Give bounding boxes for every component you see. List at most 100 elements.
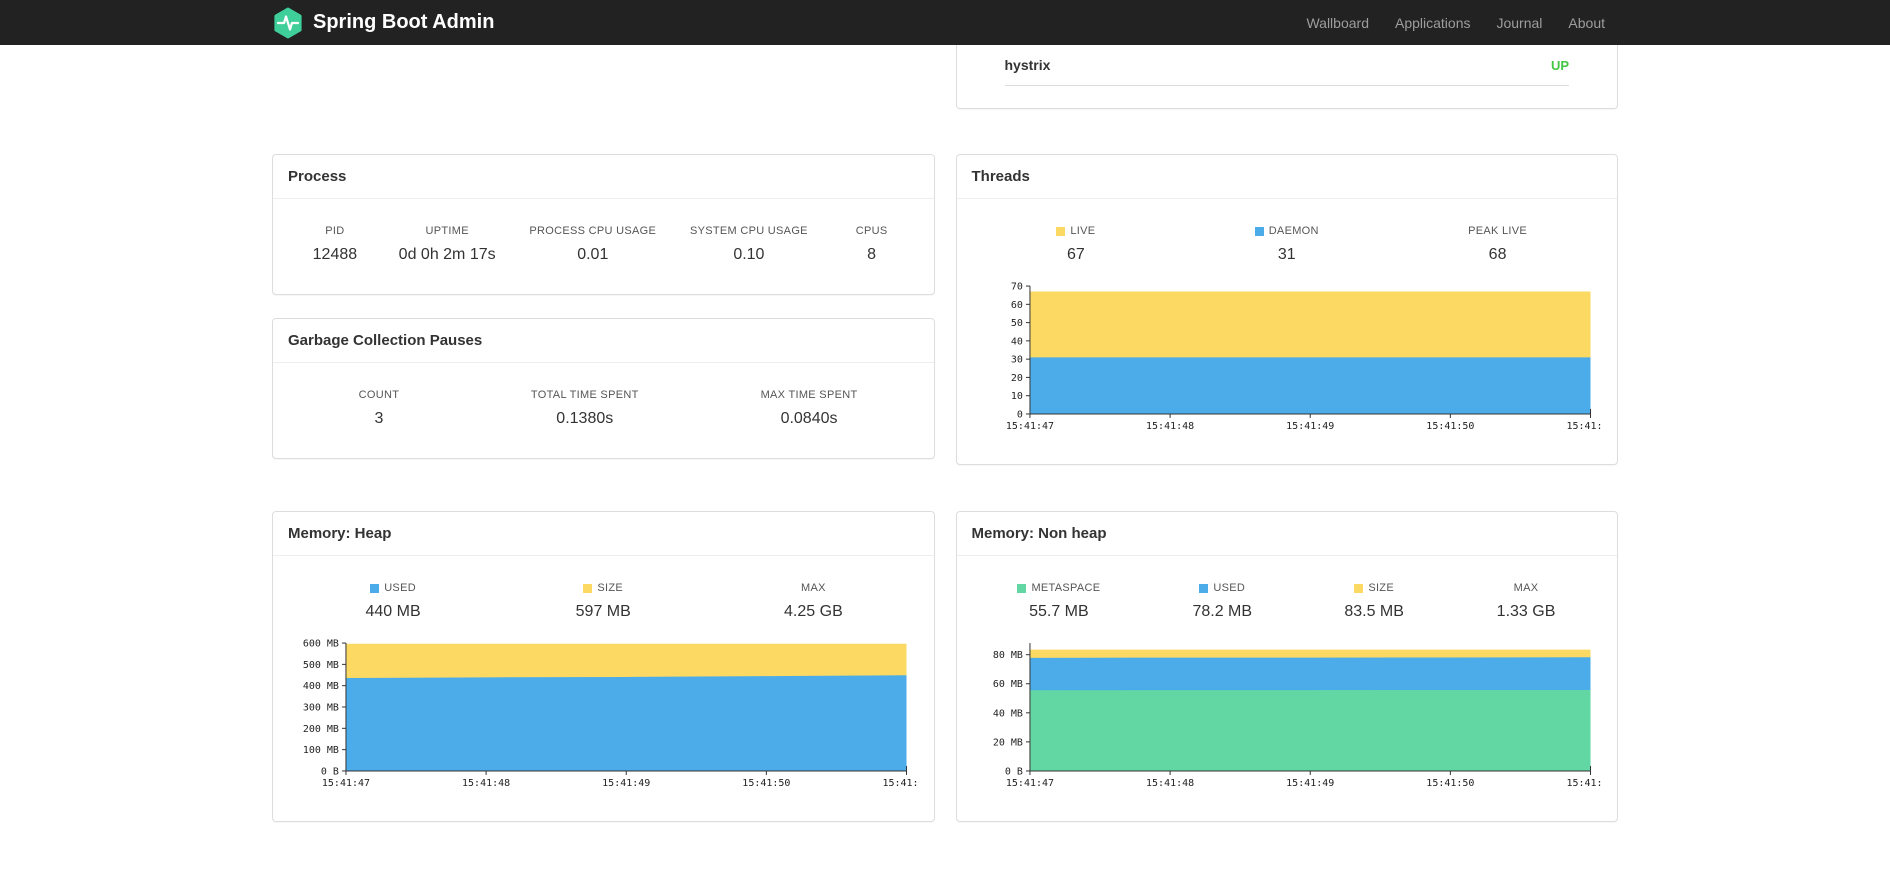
stat-value: 78.2 MB (1192, 603, 1253, 620)
svg-text:30: 30 (1010, 355, 1022, 366)
stat-label: METASPACE (1031, 582, 1101, 594)
stat-nonheap-max: MAX 1.33 GB (1496, 582, 1556, 621)
stat-value: 83.5 MB (1344, 603, 1404, 620)
svg-text:0 B: 0 B (321, 766, 339, 777)
top-navbar: Spring Boot Admin Wallboard Applications… (0, 0, 1890, 45)
stat-nonheap-used: USED 78.2 MB (1192, 582, 1252, 621)
memory-heap-chart: 0 B 100 MB 200 MB 300 MB 400 MB 500 MB 600 MB 1… (288, 637, 931, 791)
stat-value: 68 (1488, 246, 1507, 263)
stat-gc-total-time: TOTAL TIME SPENT 0.1380s (531, 389, 639, 428)
nav-links: Wallboard Applications Journal About (1293, 15, 1618, 31)
stat-daemon-threads: DAEMON 31 (1254, 225, 1319, 264)
stat-gc-max-time: MAX TIME SPENT 0.0840s (761, 389, 858, 428)
stat-label: SYSTEM CPU USAGE (689, 225, 808, 237)
stat-label: UPTIME (425, 225, 469, 237)
threads-chart: 0 10 20 30 40 50 60 70 15:41:47 15:41:48 15:41:49 1… (972, 280, 1614, 434)
svg-text:60 MB: 60 MB (992, 679, 1022, 690)
panel-memory-heap: Memory: Heap USED 440 MB SIZE 597 MB MAX… (272, 511, 935, 822)
stat-label: PID (325, 225, 345, 237)
legend-swatch-size (583, 583, 593, 593)
nav-item-journal[interactable]: Journal (1483, 15, 1555, 31)
svg-text:80 MB: 80 MB (992, 650, 1022, 661)
svg-text:0: 0 (1016, 409, 1022, 420)
svg-text:70: 70 (1010, 282, 1022, 293)
svg-text:400 MB: 400 MB (303, 681, 339, 692)
stat-label: COUNT (358, 389, 400, 401)
panel-title: Memory: Heap (273, 512, 934, 556)
stat-gc-count: COUNT 3 (349, 389, 409, 428)
nav-item-applications[interactable]: Applications (1382, 15, 1484, 31)
stat-value: 8 (867, 246, 877, 263)
panel-process: Process PID 12488 UPTIME 0d 0h 2m 17s PR… (272, 154, 935, 295)
svg-text:500 MB: 500 MB (303, 660, 339, 671)
stat-value: 1.33 GB (1496, 603, 1556, 620)
svg-text:15:41:50: 15:41:50 (1426, 778, 1474, 789)
top-row-left-spacer (272, 45, 935, 109)
stat-label: USED (384, 582, 416, 594)
health-item-name: hystrix (1004, 57, 1051, 73)
svg-text:15:41:50: 15:41:50 (742, 778, 790, 789)
stat-value: 3 (374, 410, 384, 427)
stat-heap-max: MAX 4.25 GB (783, 582, 843, 621)
stat-value: 67 (1066, 246, 1085, 263)
stat-value: 0d 0h 2m 17s (398, 246, 496, 263)
legend-swatch-used (370, 583, 380, 593)
stat-process-cpu: PROCESS CPU USAGE 0.01 (529, 225, 656, 264)
stat-value: 55.7 MB (1029, 603, 1089, 620)
panel-title: Memory: Non heap (956, 512, 1617, 556)
stat-label: SIZE (1368, 582, 1394, 594)
svg-text:15:41:47: 15:41:47 (1005, 421, 1053, 432)
stat-pid: PID 12488 (305, 225, 365, 264)
stat-heap-size: SIZE 597 MB (573, 582, 633, 621)
stat-system-cpu: SYSTEM CPU USAGE 0.10 (690, 225, 808, 264)
stat-peak-live-threads: PEAK LIVE 68 (1468, 225, 1528, 264)
svg-text:40: 40 (1010, 336, 1022, 347)
health-details-panel: hystrix UP (955, 45, 1618, 109)
svg-text:15:41:48: 15:41:48 (462, 778, 510, 789)
nav-item-about[interactable]: About (1555, 15, 1618, 31)
svg-text:600 MB: 600 MB (303, 639, 339, 650)
svg-text:15:41:48: 15:41:48 (1146, 421, 1194, 432)
svg-text:300 MB: 300 MB (303, 703, 339, 714)
brand-link[interactable]: Spring Boot Admin (272, 7, 494, 39)
stat-value: 440 MB (365, 603, 421, 620)
stat-cpus: CPUS 8 (842, 225, 902, 264)
panel-threads: Threads LIVE 67 DAEMON 31 PEAK LIVE 68 0… (955, 154, 1618, 465)
stat-value: 0.0840s (780, 410, 838, 427)
stat-label: MAX (1513, 582, 1539, 594)
panel-title: Threads (956, 155, 1617, 199)
stat-label: MAX (801, 582, 826, 594)
legend-swatch-daemon (1254, 226, 1264, 236)
svg-text:15:41:47: 15:41:47 (1005, 778, 1053, 789)
stat-label: MAX TIME SPENT (760, 389, 858, 401)
memory-nonheap-chart: 0 B 20 MB 40 MB 60 MB 80 MB 15:41:47 15:41:48 1… (972, 637, 1614, 791)
svg-text:100 MB: 100 MB (303, 745, 339, 756)
status-badge: UP (1550, 57, 1569, 73)
stat-value: 0.10 (733, 246, 765, 263)
stat-uptime: UPTIME 0d 0h 2m 17s (399, 225, 496, 264)
stat-metaspace: METASPACE 55.7 MB (1017, 582, 1100, 621)
stat-value: 0.01 (577, 246, 609, 263)
stat-label: USED (1213, 582, 1246, 594)
stat-value: 12488 (312, 246, 358, 263)
legend-swatch-live (1056, 226, 1066, 236)
stat-nonheap-size: SIZE 83.5 MB (1344, 582, 1404, 621)
svg-text:15:41:49: 15:41:49 (1286, 778, 1334, 789)
stat-label: TOTAL TIME SPENT (530, 389, 639, 401)
svg-text:15:41:51: 15:41:51 (1566, 778, 1602, 789)
svg-text:15:41:49: 15:41:49 (1286, 421, 1334, 432)
panel-memory-nonheap: Memory: Non heap METASPACE 55.7 MB USED (955, 511, 1618, 822)
legend-swatch-used (1199, 583, 1209, 593)
stat-value: 0.1380s (556, 410, 614, 427)
stat-label: PROCESS CPU USAGE (529, 225, 657, 237)
svg-text:15:41:47: 15:41:47 (322, 778, 370, 789)
stat-label: DAEMON (1268, 225, 1319, 237)
svg-text:20: 20 (1010, 373, 1022, 384)
stat-label: PEAK LIVE (1468, 225, 1528, 237)
panel-gc: Garbage Collection Pauses COUNT 3 TOTAL … (272, 318, 935, 459)
health-row-hystrix: hystrix UP (1004, 47, 1569, 86)
brand-title: Spring Boot Admin (313, 11, 495, 33)
nav-item-wallboard[interactable]: Wallboard (1293, 15, 1382, 31)
panel-title: Process (273, 155, 934, 199)
svg-text:15:41:49: 15:41:49 (602, 778, 650, 789)
